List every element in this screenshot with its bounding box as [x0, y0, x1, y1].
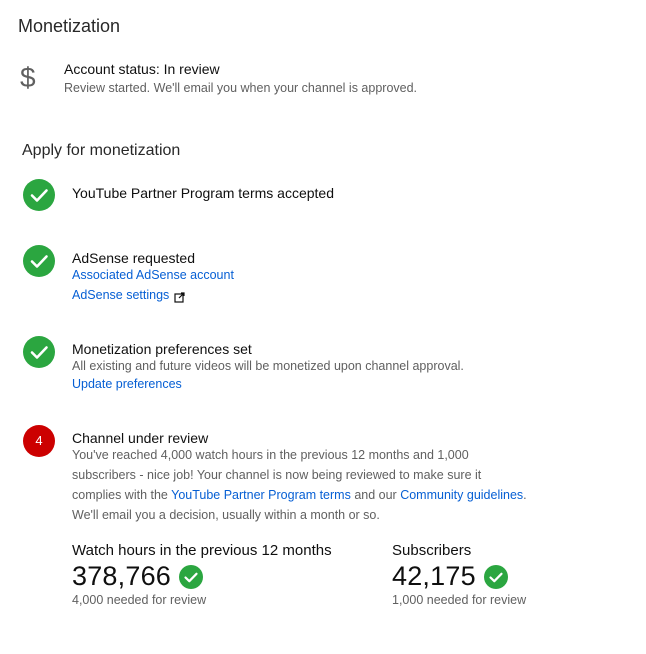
review-line-4: We'll email you a decision, usually with…: [72, 508, 380, 522]
review-line-3: complies with the YouTube Partner Progra…: [72, 485, 592, 505]
review-line-3-text: complies with the: [72, 488, 172, 502]
check-icon: [23, 336, 55, 368]
partner-program-terms-link[interactable]: YouTube Partner Program terms: [171, 488, 351, 502]
watch-hours-value-row: 378,766: [72, 561, 203, 592]
step-review-title: Channel under review: [72, 430, 209, 446]
subscribers-requirement: 1,000 needed for review: [392, 593, 527, 607]
step-preferences-description: All existing and future videos will be m…: [72, 359, 464, 373]
subscribers-value: 42,175: [392, 561, 476, 591]
subscribers-value-row: 42,175: [392, 561, 508, 592]
review-line-2: subscribers - nice job! Your channel is …: [72, 468, 482, 482]
review-line-1: You've reached 4,000 watch hours in the …: [72, 448, 469, 462]
apply-section-title: Apply for monetization: [22, 142, 181, 159]
update-preferences-link[interactable]: Update preferences: [72, 377, 182, 391]
step-preferences-title: Monetization preferences set: [72, 341, 252, 357]
check-icon: [23, 179, 55, 211]
account-status-description: Review started. We'll email you when you…: [64, 81, 418, 95]
watch-hours-value: 378,766: [72, 561, 171, 591]
check-icon: [483, 564, 508, 589]
step-adsense-title: AdSense requested: [72, 250, 195, 266]
watch-hours-label: Watch hours in the previous 12 months: [72, 542, 332, 559]
adsense-settings-row: AdSense settings: [72, 288, 185, 303]
dollar-icon: $: [20, 62, 36, 93]
review-line-3-mid: and our: [350, 488, 401, 502]
account-status-label: Account status: In review: [64, 61, 220, 77]
check-icon: [23, 245, 55, 277]
step-number-badge: 4: [23, 425, 55, 457]
subscribers-label: Subscribers: [392, 542, 472, 559]
watch-hours-requirement: 4,000 needed for review: [72, 593, 207, 607]
step-review-description: You've reached 4,000 watch hours in the …: [72, 445, 592, 525]
adsense-settings-link[interactable]: AdSense settings: [72, 288, 169, 302]
page-title: Monetization: [18, 16, 121, 36]
step-partner-terms-title: YouTube Partner Program terms accepted: [72, 185, 334, 201]
external-link-icon[interactable]: [174, 290, 185, 303]
review-line-3-end: .: [523, 488, 527, 502]
check-icon: [179, 564, 203, 589]
community-guidelines-link[interactable]: Community guidelines: [400, 488, 523, 502]
associated-adsense-account-link[interactable]: Associated AdSense account: [72, 268, 234, 282]
monetization-page: Monetization $ Account status: In review…: [0, 0, 646, 654]
